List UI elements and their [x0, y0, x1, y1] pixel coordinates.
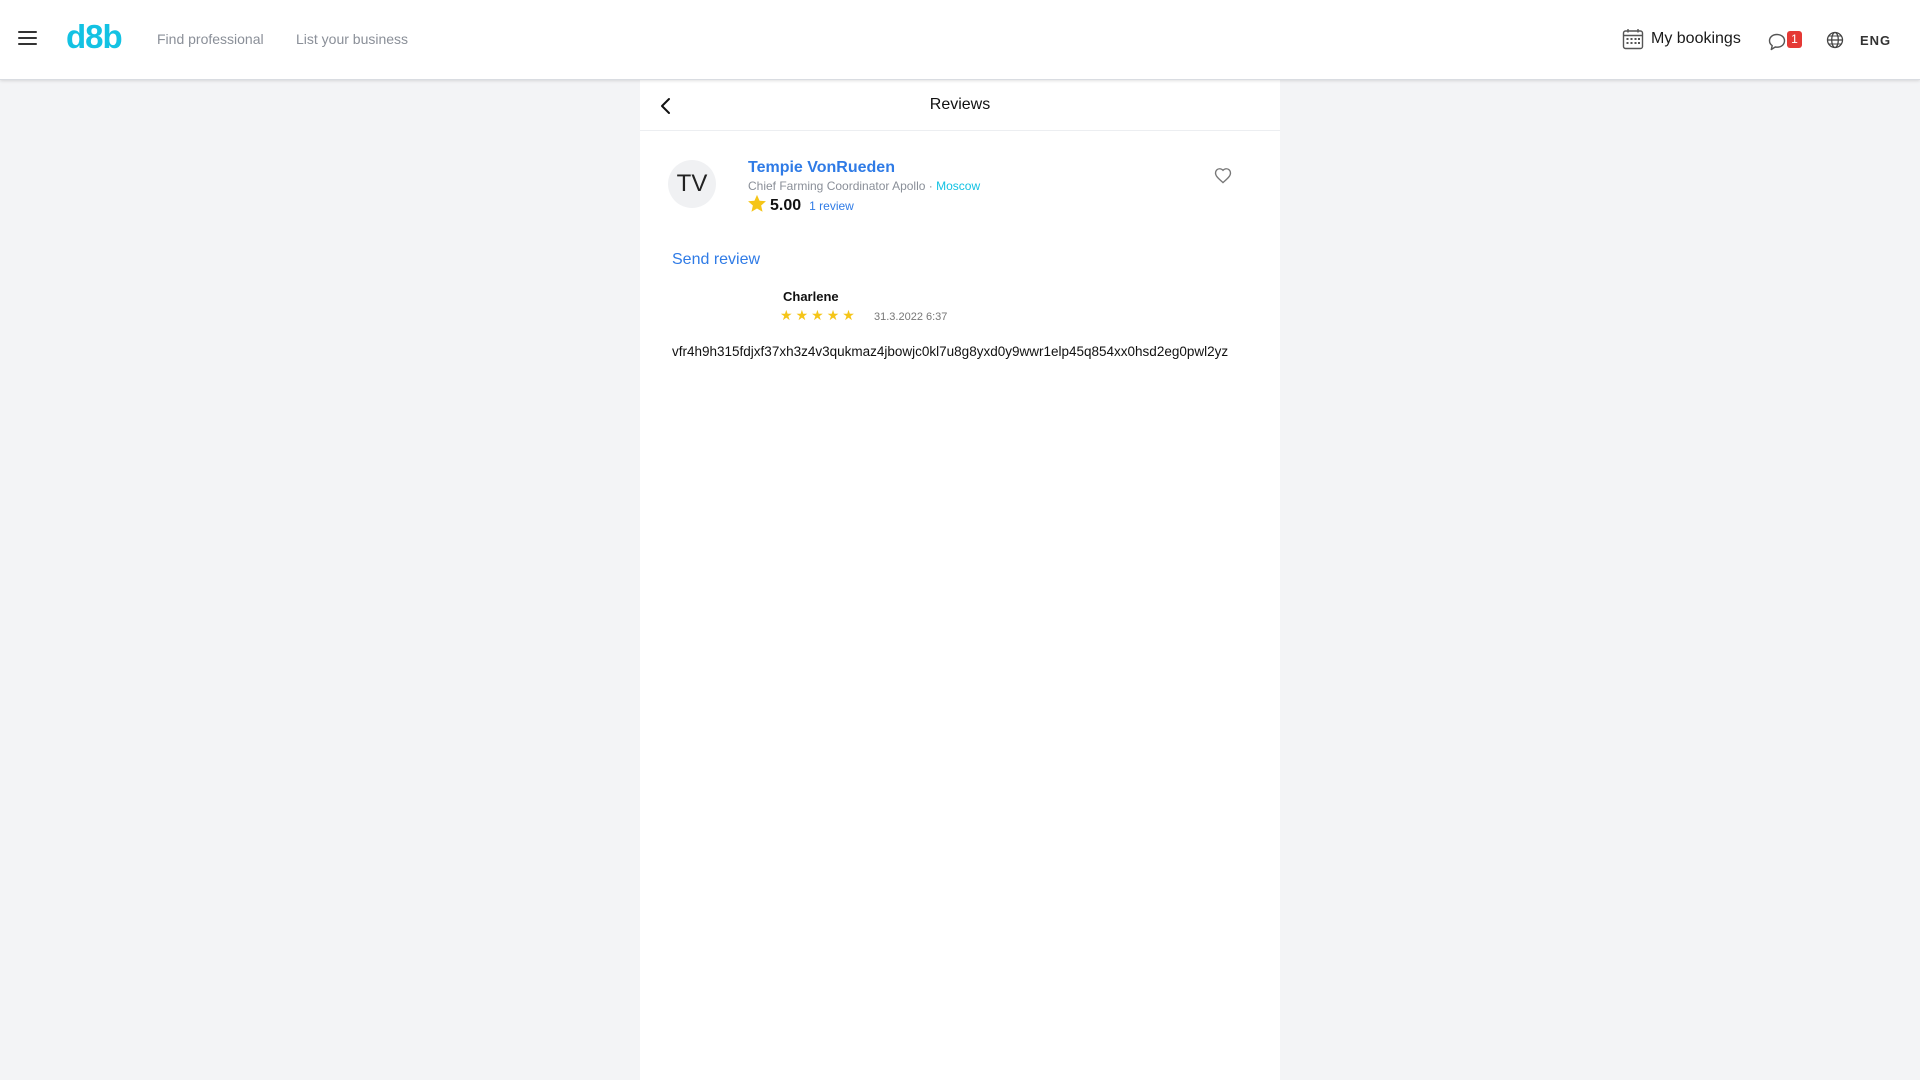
- logo[interactable]: d8b: [66, 18, 123, 56]
- globe-icon[interactable]: [1826, 31, 1844, 54]
- review-author: Charlene: [783, 289, 839, 304]
- star-icon: ★: [826, 307, 840, 323]
- reviews-count-link[interactable]: 1 review: [809, 199, 854, 213]
- review-text: vfr4h9h315fdjxf37xh3z4v3qukmaz4jbowjc0kl…: [672, 344, 1229, 359]
- star-icon: ★: [780, 307, 793, 323]
- my-bookings-button[interactable]: My bookings: [1622, 28, 1741, 50]
- avatar[interactable]: TV: [668, 160, 716, 208]
- star-icon: ★: [842, 307, 855, 323]
- top-bar: d8b Find professional List your business…: [0, 0, 1920, 80]
- star-icon: ★: [795, 307, 809, 323]
- chat-button[interactable]: 1: [1768, 30, 1804, 52]
- star-icon: ★: [811, 307, 824, 323]
- page-title: Reviews: [929, 96, 991, 113]
- review-date: 31.3.2022 6:37: [874, 311, 948, 323]
- chat-badge: 1: [1787, 31, 1802, 48]
- professional-name[interactable]: Tempie VonRueden: [748, 159, 895, 177]
- hamburger-icon[interactable]: [18, 31, 37, 47]
- heart-icon[interactable]: [1214, 167, 1232, 189]
- nav-list-your-business[interactable]: List your business: [296, 31, 408, 47]
- star-icon: [747, 194, 767, 218]
- panel-header: Reviews: [640, 80, 1280, 131]
- professional-card: TV Tempie VonRueden Chief Farming Coordi…: [640, 131, 1280, 241]
- reviews-panel: Reviews TV Tempie VonRueden Chief Farmin…: [640, 80, 1280, 1080]
- calendar-icon: [1622, 28, 1644, 50]
- my-bookings-label: My bookings: [1651, 30, 1741, 47]
- subtitle-separator: ·: [925, 179, 937, 193]
- review-rating-stars: ★ ★ ★ ★ ★: [780, 308, 858, 323]
- professional-position: Chief Farming Coordinator Apollo: [748, 179, 926, 193]
- rating-value: 5.00: [770, 197, 802, 214]
- professional-rating: 5.00 1 review: [747, 194, 854, 218]
- send-review-link[interactable]: Send review: [672, 251, 760, 269]
- nav-find-professional[interactable]: Find professional: [157, 31, 264, 47]
- professional-city[interactable]: Moscow: [936, 179, 980, 193]
- professional-subtitle: Chief Farming Coordinator Apollo · Mosco…: [748, 179, 980, 193]
- language-selector[interactable]: ENG: [1860, 33, 1891, 48]
